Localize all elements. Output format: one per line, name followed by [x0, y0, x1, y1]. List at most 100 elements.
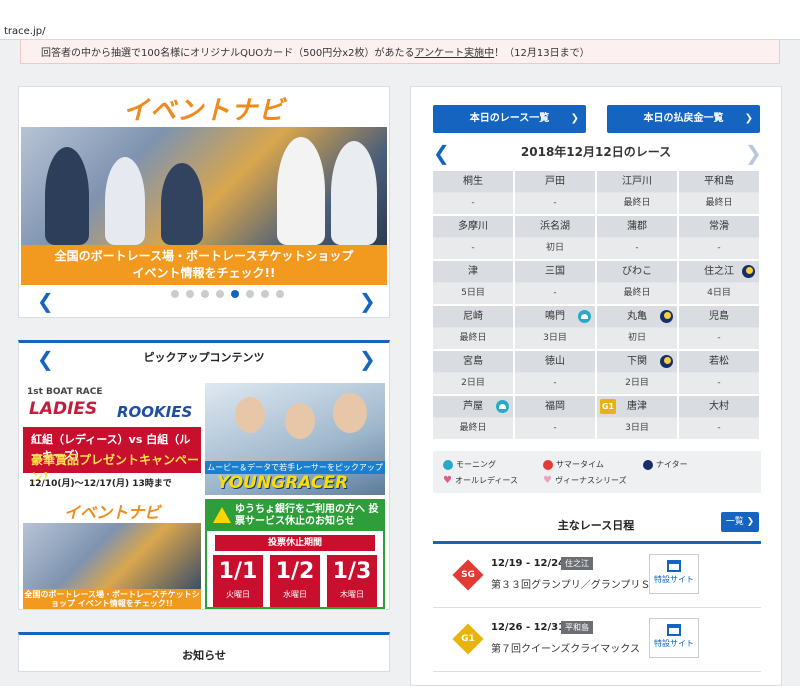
- heart-icon: ♥: [443, 475, 452, 486]
- stadium-cell[interactable]: 児島 -: [679, 306, 759, 349]
- event-navi-small-banner[interactable]: イベントナビ 全国のボートレース場・ボートレースチケットショップ イベント情報を…: [23, 499, 201, 609]
- stadium-status: -: [679, 238, 759, 259]
- legend-summer: サマータイム: [556, 460, 604, 469]
- carousel-dot[interactable]: [216, 290, 224, 298]
- schedule-race-name[interactable]: 第３３回グランプリ／グランプリＳ: [491, 576, 650, 591]
- survey-link[interactable]: アンケート実施中: [415, 48, 495, 59]
- stadium-name: 大村: [679, 396, 759, 417]
- stadium-cell[interactable]: 唐津 3日目 G1: [597, 396, 677, 439]
- stadium-status: 最終日: [433, 418, 513, 439]
- heart-icon: ♥: [543, 475, 552, 486]
- stadium-name: びわこ: [597, 261, 677, 282]
- ladies-banner-rookies: ROOKIES: [117, 403, 193, 421]
- stadium-cell[interactable]: 徳山 -: [515, 351, 595, 394]
- pickup-title: ピックアップコンテンツ: [143, 351, 265, 364]
- stadium-cell[interactable]: 尼崎 最終日: [433, 306, 513, 349]
- stadium-cell[interactable]: 蒲郡 -: [597, 216, 677, 259]
- stadium-name: 三国: [515, 261, 595, 282]
- stadium-status: -: [515, 283, 595, 304]
- browser-address-bar[interactable]: trace.jp/: [0, 0, 800, 40]
- carousel-prev-icon[interactable]: ❮: [37, 291, 54, 311]
- carousel-dot[interactable]: [201, 290, 209, 298]
- pickup-prev-icon[interactable]: ❮: [37, 349, 54, 369]
- next-date-icon[interactable]: ❯: [745, 143, 762, 163]
- stadium-name: 若松: [679, 351, 759, 372]
- stadium-status: -: [433, 238, 513, 259]
- stadium-cell[interactable]: 福岡 -: [515, 396, 595, 439]
- stadium-name: 尼崎: [433, 306, 513, 327]
- stadium-name: 平和島: [679, 171, 759, 192]
- stadium-cell[interactable]: 江戸川 最終日: [597, 171, 677, 214]
- stadium-name: 浜名湖: [515, 216, 595, 237]
- stadium-cell[interactable]: 若松 -: [679, 351, 759, 394]
- warning-icon: [213, 507, 231, 523]
- yucho-bank-notice-banner[interactable]: ゆうちょ銀行をご利用の方へ 投票サービス休止のお知らせ 投票休止期間 1/1 火曜…: [205, 499, 385, 609]
- carousel-dot[interactable]: [246, 290, 254, 298]
- stadium-cell[interactable]: 戸田 -: [515, 171, 595, 214]
- window-icon: [667, 624, 681, 636]
- stadium-status: 2日目: [433, 373, 513, 394]
- bank-notice-title: ゆうちょ銀行をご利用の方へ 投票サービス休止のお知らせ: [207, 501, 383, 531]
- event-navi-carousel: イベントナビ 全国のボートレース場・ボートレースチケットショップ イベント情報を…: [18, 86, 390, 318]
- stadium-cell[interactable]: 丸亀 初日: [597, 306, 677, 349]
- morning-icon: [496, 400, 509, 413]
- today-races-panel: 本日のレース一覧 ❯ 本日の払戻金一覧 ❯ ❮ 2018年12月12日のレース ❯ …: [410, 86, 782, 686]
- nighter-icon: [643, 459, 653, 470]
- carousel-dot-active[interactable]: [231, 290, 239, 298]
- stadium-cell[interactable]: 宮島 2日目: [433, 351, 513, 394]
- event-caption-line1: 全国のボートレース場・ボートレースチケットショップ: [54, 249, 354, 263]
- event-small-title: イベントナビ: [63, 503, 160, 522]
- ladies-vs-rookies-banner[interactable]: 1st BOAT RACE LADIES ROOKIES 紅組（レディース）vs…: [23, 383, 201, 495]
- carousel-dot[interactable]: [261, 290, 269, 298]
- event-photo: [21, 127, 387, 245]
- url-text[interactable]: trace.jp/: [4, 26, 45, 37]
- stadium-name: 多摩川: [433, 216, 513, 237]
- stadium-cell[interactable]: 大村 -: [679, 396, 759, 439]
- schedule-item: G1 12/26 - 12/31 平和島 第７回クイーンズクライマックス 特設サ…: [433, 608, 761, 672]
- nighter-icon: [660, 355, 673, 368]
- stadium-cell[interactable]: 平和島 最終日: [679, 171, 759, 214]
- ladies-banner-ladies: LADIES: [29, 399, 98, 419]
- today-payout-button[interactable]: 本日の払戻金一覧 ❯: [607, 105, 760, 133]
- special-site-button[interactable]: 特設サイト: [649, 554, 699, 594]
- stadium-status: 4日目: [679, 283, 759, 304]
- carousel-next-icon[interactable]: ❯: [359, 291, 376, 311]
- sg-grade-icon: SG: [452, 559, 484, 591]
- stadium-cell[interactable]: 桐生 -: [433, 171, 513, 214]
- summer-icon: [543, 459, 553, 470]
- schedule-race-name[interactable]: 第７回クイーンズクライマックス: [491, 640, 640, 655]
- stadium-cell[interactable]: 浜名湖 初日: [515, 216, 595, 259]
- stadium-name: 徳山: [515, 351, 595, 372]
- stadium-cell[interactable]: 芦屋 最終日: [433, 396, 513, 439]
- young-racer-banner[interactable]: ムービー＆データで若手レーサーをピックアップ YOUNGRACER: [205, 383, 385, 495]
- stadium-cell[interactable]: 常滑 -: [679, 216, 759, 259]
- legend-venus: ヴィーナスシリーズ: [554, 476, 627, 485]
- stadium-cell[interactable]: 多摩川 -: [433, 216, 513, 259]
- stadium-status: 2日目: [597, 373, 677, 394]
- pickup-next-icon[interactable]: ❯: [359, 349, 376, 369]
- stadium-cell[interactable]: びわこ 最終日: [597, 261, 677, 304]
- carousel-dot[interactable]: [171, 290, 179, 298]
- stadium-name: 戸田: [515, 171, 595, 192]
- today-races-button[interactable]: 本日のレース一覧 ❯: [433, 105, 586, 133]
- stadium-cell[interactable]: 住之江 4日目: [679, 261, 759, 304]
- stadium-cell[interactable]: 三国 -: [515, 261, 595, 304]
- stadium-cell[interactable]: 津 5日目: [433, 261, 513, 304]
- stadium-cell[interactable]: 鳴門 3日目: [515, 306, 595, 349]
- news-section: お知らせ: [18, 632, 390, 672]
- carousel-dots[interactable]: [171, 290, 284, 298]
- stadium-cell[interactable]: 下関 2日目: [597, 351, 677, 394]
- ladies-banner-period: 12/10(月)〜12/17(月) 13時まで: [29, 479, 172, 489]
- pickup-contents: ピックアップコンテンツ ❮ ❯ 1st BOAT RACE LADIES ROO…: [18, 340, 390, 610]
- stadium-name: 児島: [679, 306, 759, 327]
- bank-day-1: 1/1 火曜日: [213, 555, 263, 607]
- stadium-name: 桐生: [433, 171, 513, 192]
- special-site-button[interactable]: 特設サイト: [649, 618, 699, 658]
- stadium-status: -: [679, 373, 759, 394]
- icon-legend: モーニング サマータイム ナイター ♥ オールレディース ♥ ヴィーナスシリーズ: [433, 451, 761, 493]
- carousel-dot[interactable]: [186, 290, 194, 298]
- carousel-dot[interactable]: [276, 290, 284, 298]
- morning-icon: [578, 310, 591, 323]
- event-navi-banner[interactable]: イベントナビ 全国のボートレース場・ボートレースチケットショップ イベント情報を…: [21, 89, 387, 285]
- schedule-list-button[interactable]: 一覧 ❯: [721, 512, 759, 532]
